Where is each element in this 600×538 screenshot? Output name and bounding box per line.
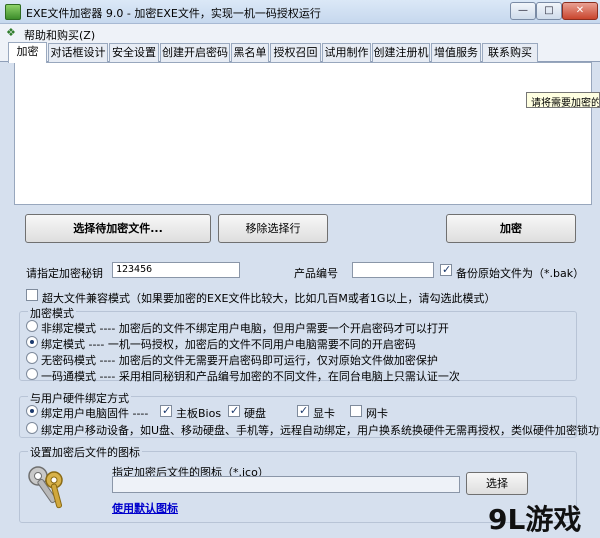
large-file-checkbox[interactable] — [26, 289, 38, 301]
mode-onecode-radio[interactable] — [26, 368, 38, 380]
disk-label: 硬盘 — [244, 407, 266, 420]
app-icon — [5, 4, 21, 20]
tab-contact-purchase[interactable]: 联系购买 — [482, 43, 538, 62]
gpu-checkbox[interactable] — [297, 404, 309, 417]
nic-label: 网卡 — [366, 407, 388, 420]
bios-checkbox[interactable] — [160, 404, 172, 417]
select-file-button[interactable]: 选择待加密文件... — [25, 214, 211, 243]
encrypt-mode-legend: 加密模式 — [28, 305, 76, 321]
tab-create-password[interactable]: 创建开启密码 — [160, 43, 230, 62]
maximize-button[interactable]: □ — [536, 2, 562, 20]
tooltip: 请将需要加密的 — [526, 92, 600, 108]
tab-license-recall[interactable]: 授权召回 — [270, 43, 321, 62]
bind-mobile-radio[interactable] — [26, 422, 38, 434]
bind-pc-label: 绑定用户电脑固件 ---- — [41, 407, 149, 420]
hardware-binding-legend: 与用户硬件绑定方式 — [28, 390, 131, 406]
tab-keygen[interactable]: 创建注册机 — [372, 43, 430, 62]
mode-bound-radio[interactable] — [26, 336, 38, 348]
ico-path-input[interactable] — [112, 476, 460, 493]
key-label: 请指定加密秘钥 — [26, 267, 103, 280]
product-label: 产品编号 — [294, 267, 338, 280]
menu-help-purchase[interactable]: 帮助和购买(Z) — [24, 27, 95, 43]
disk-checkbox[interactable] — [228, 404, 240, 417]
tab-dialog-design[interactable]: 对话框设计 — [48, 43, 108, 62]
encrypt-button[interactable]: 加密 — [446, 214, 576, 243]
tab-trial-build[interactable]: 试用制作 — [322, 43, 371, 62]
gpu-label: 显卡 — [313, 407, 335, 420]
bind-mobile-label: 绑定用户移动设备，如U盘、移动硬盘、手机等，远程自动绑定，用户换系统换硬件无需再… — [41, 424, 600, 437]
tab-security-settings[interactable]: 安全设置 — [109, 43, 159, 62]
help-menu-icon: ❖ — [6, 26, 16, 39]
use-default-icon-link[interactable]: 使用默认图标 — [112, 500, 178, 516]
mode-onecode-label: 一码通模式 ---- 采用相同秘钥和产品编号加密的不同文件，在同台电脑上只需认证… — [41, 370, 460, 383]
key-input[interactable]: 123456 — [112, 262, 240, 278]
backup-checkbox[interactable] — [440, 263, 452, 276]
mode-nopassword-label: 无密码模式 ---- 加密后的文件无需要开启密码即可运行，仅对原始文件做加密保护 — [41, 354, 438, 367]
mode-bound-label: 绑定模式 ---- 一机一码授权，加密后的文件不同用户电脑需要不同的开启密码 — [41, 338, 416, 351]
backup-label: 备份原始文件为（*.bak） — [456, 267, 585, 280]
mode-unbound-radio[interactable] — [26, 320, 38, 332]
tab-encrypt[interactable]: 加密 — [8, 42, 47, 63]
mode-nopassword-radio[interactable] — [26, 352, 38, 364]
bind-pc-radio[interactable] — [26, 405, 38, 417]
keys-icon — [28, 466, 63, 509]
nic-checkbox[interactable] — [350, 405, 362, 417]
browse-icon-button[interactable]: 选择 — [466, 472, 528, 495]
mode-unbound-label: 非绑定模式 ---- 加密后的文件不绑定用户电脑，但用户需要一个开启密码才可以打… — [41, 322, 449, 335]
remove-row-button[interactable]: 移除选择行 — [218, 214, 328, 243]
file-list[interactable] — [14, 62, 592, 205]
minimize-button[interactable]: — — [510, 2, 536, 20]
bios-label: 主板Bios — [176, 407, 222, 420]
window-title: EXE文件加密器 9.0 - 加密EXE文件，实现一机一码授权运行 — [26, 7, 321, 20]
close-button[interactable]: ✕ — [562, 2, 598, 20]
large-file-label: 超大文件兼容模式（如果要加密的EXE文件比较大，比如几百M或者1G以上，请勾选此… — [42, 292, 496, 305]
icon-settings-legend: 设置加密后文件的图标 — [28, 444, 142, 460]
tab-blacklist[interactable]: 黑名单 — [231, 43, 269, 62]
watermark: 9L游戏 — [488, 503, 582, 536]
product-input[interactable] — [352, 262, 434, 278]
tab-value-added[interactable]: 增值服务 — [431, 43, 481, 62]
